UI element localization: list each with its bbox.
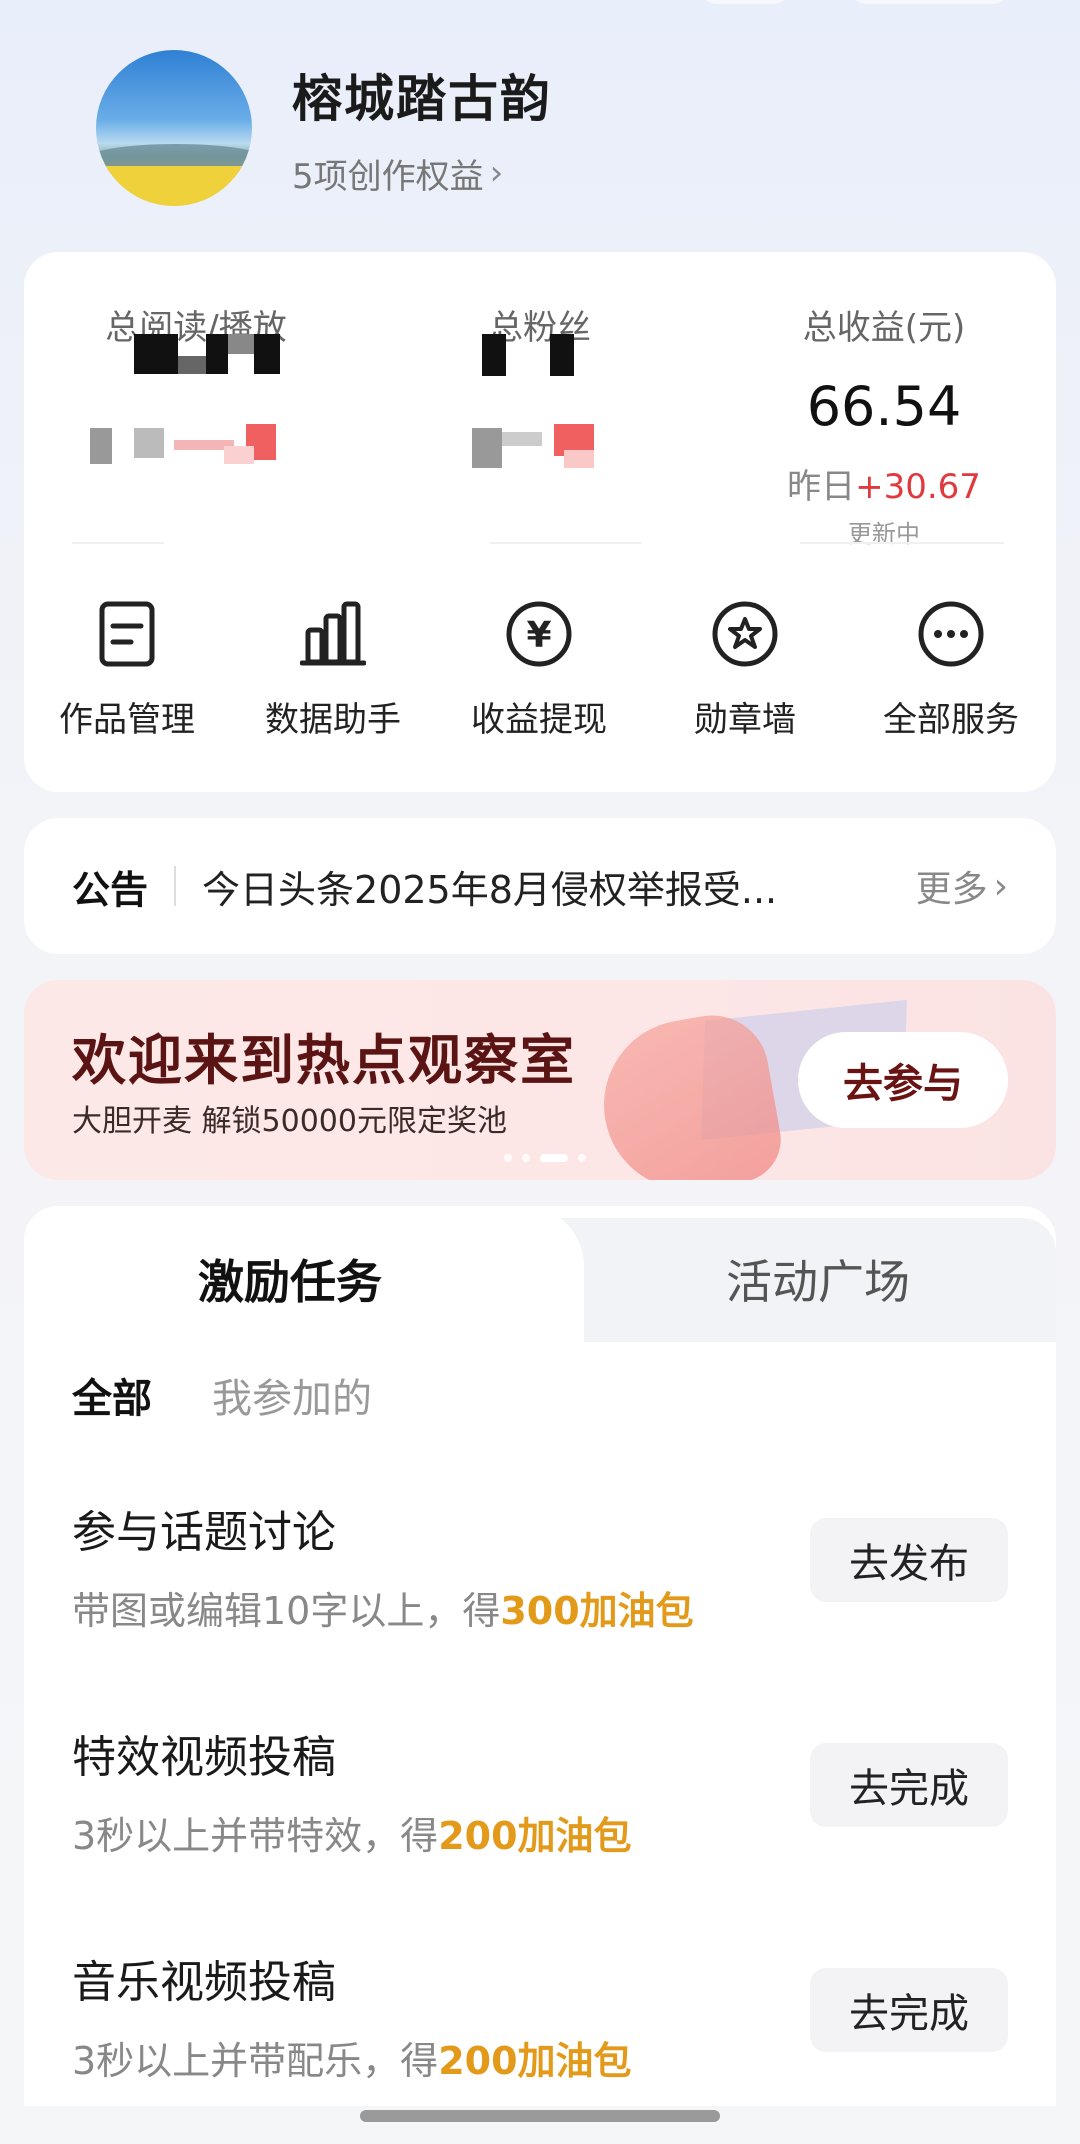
stat-label: 总阅读/播放 — [105, 308, 287, 348]
filter-all[interactable]: 全部 — [72, 1366, 152, 1424]
service-label: 数据助手 — [265, 700, 401, 740]
bar-chart-icon — [230, 592, 436, 676]
carousel-dot — [522, 1154, 530, 1162]
filter-joined[interactable]: 我参加的 — [212, 1366, 372, 1424]
chevron-right-icon: › — [993, 865, 1008, 907]
profile-header[interactable]: 榕城踏古韵 5项创作权益 › — [96, 48, 552, 208]
service-works-management[interactable]: 作品管理 — [24, 592, 230, 741]
earnings-delta: 昨日+30.67 — [712, 459, 1056, 508]
service-withdraw-earnings[interactable]: ¥ 收益提现 — [436, 592, 642, 741]
stat-total-earnings[interactable]: 总收益(元) 66.54 昨日+30.67 更新中 — [712, 300, 1056, 548]
tab-activity-plaza[interactable]: 活动广场 — [726, 1246, 910, 1312]
yuan-coin-icon: ¥ — [436, 592, 642, 676]
carousel-dot — [578, 1154, 586, 1162]
service-data-assistant[interactable]: 数据助手 — [230, 592, 436, 741]
task-filters: 全部 我参加的 — [72, 1366, 372, 1424]
services-grid: 作品管理 数据助手 ¥ 收益提现 勋章墙 全部服务 — [24, 592, 1056, 741]
divider — [174, 866, 177, 906]
service-label: 作品管理 — [59, 700, 195, 740]
service-label: 全部服务 — [883, 700, 1019, 740]
task-item: 特效视频投稿 3秒以上并带特效，得200加油包 去完成 — [72, 1721, 1008, 1871]
task-desc-text: 带图或编辑10字以上，得 — [72, 1589, 501, 1633]
stat-label: 总粉丝 — [489, 308, 591, 348]
more-icon — [848, 592, 1054, 676]
carousel-dot — [504, 1154, 512, 1162]
service-label: 勋章墙 — [694, 700, 796, 740]
task-action-button[interactable]: 去发布 — [810, 1518, 1008, 1602]
delta-prefix: 昨日 — [787, 467, 856, 507]
benefits-label: 5项创作权益 — [292, 156, 484, 197]
task-desc-text: 3秒以上并带配乐，得 — [72, 2039, 439, 2083]
home-indicator[interactable] — [360, 2110, 720, 2122]
task-action-button[interactable]: 去完成 — [810, 1743, 1008, 1827]
delta-value: +30.67 — [855, 467, 981, 507]
document-icon — [24, 592, 230, 676]
task-item: 音乐视频投稿 3秒以上并带配乐，得200加油包 去完成 — [72, 1946, 1008, 2096]
carousel-dot-active — [540, 1154, 568, 1162]
banner-subtitle: 大胆开麦 解锁50000元限定奖池 — [72, 1104, 507, 1139]
task-reward: 200加油包 — [438, 1814, 632, 1858]
task-reward: 200加油包 — [438, 2039, 632, 2083]
announcement-bar[interactable]: 公告 今日头条2025年8月侵权举报受... 更多 › — [24, 818, 1056, 954]
promo-banner[interactable]: 欢迎来到热点观察室 大胆开麦 解锁50000元限定奖池 去参与 — [24, 980, 1056, 1180]
username: 榕城踏古韵 — [292, 69, 552, 128]
banner-title: 欢迎来到热点观察室 — [72, 1029, 576, 1092]
service-all[interactable]: 全部服务 — [848, 592, 1054, 741]
service-label: 收益提现 — [471, 700, 607, 740]
stats-card: 总阅读/播放 总粉丝 总收益(元) 66.54 昨日+30.67 更新中 作品管… — [24, 252, 1056, 792]
earnings-value: 66.54 — [806, 375, 962, 438]
stat-label: 总收益(元) — [802, 308, 966, 348]
task-action-button[interactable]: 去完成 — [810, 1968, 1008, 2052]
announcement-tag: 公告 — [72, 867, 149, 912]
svg-text:¥: ¥ — [526, 615, 551, 656]
chevron-right-icon: › — [489, 153, 504, 193]
task-desc-text: 3秒以上并带特效，得 — [72, 1814, 439, 1858]
tab-incentive-tasks[interactable]: 激励任务 — [198, 1246, 382, 1312]
divider — [72, 542, 164, 544]
tasks-panel: 激励任务 活动广场 全部 我参加的 参与话题讨论 带图或编辑10字以上，得300… — [24, 1206, 1056, 2106]
creator-benefits-link[interactable]: 5项创作权益 › — [292, 149, 552, 198]
avatar[interactable] — [96, 50, 252, 206]
join-button[interactable]: 去参与 — [798, 1032, 1008, 1128]
task-item: 参与话题讨论 带图或编辑10字以上，得300加油包 去发布 — [72, 1496, 1008, 1646]
stat-total-fans[interactable]: 总粉丝 — [368, 300, 712, 530]
stat-value-redacted — [368, 334, 712, 437]
service-badge-wall[interactable]: 勋章墙 — [642, 592, 848, 741]
task-reward: 300加油包 — [500, 1589, 694, 1633]
announcement-text[interactable]: 今日头条2025年8月侵权举报受... — [202, 859, 916, 914]
divider — [490, 542, 642, 544]
divider — [800, 542, 1004, 544]
stat-value-redacted — [24, 334, 368, 437]
carousel-indicator — [504, 1154, 586, 1162]
top-decoration — [700, 0, 790, 4]
top-decoration — [850, 0, 1010, 4]
stat-total-reads[interactable]: 总阅读/播放 — [24, 300, 368, 530]
announcement-more-link[interactable]: 更多 › — [916, 860, 1008, 912]
badge-icon — [642, 592, 848, 676]
more-label: 更多 — [915, 869, 988, 910]
